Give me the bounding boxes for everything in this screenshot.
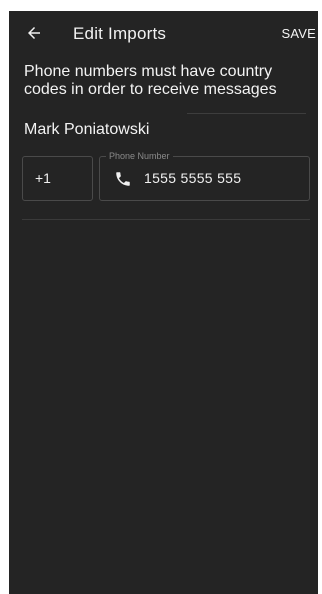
arrow-left-icon [28,27,40,39]
phone-number-label: Phone Number [106,150,173,162]
country-code-field[interactable]: +1 [22,156,93,201]
phone-icon [116,172,130,186]
country-code-value: +1 [35,170,51,186]
top-app-bar: Edit Imports SAVE [9,11,318,55]
section-divider [22,219,310,220]
contact-card-top-border [187,113,306,114]
back-button[interactable] [21,20,47,46]
country-code-notice: Phone numbers must have country codes in… [24,63,277,98]
save-button[interactable]: SAVE [281,26,316,41]
contact-name: Mark Poniatowski [24,121,150,138]
edit-imports-screen: Edit Imports SAVE Phone numbers must hav… [9,11,318,594]
page-title: Edit Imports [73,24,167,43]
phone-number-field[interactable]: Phone Number 1555 5555 555 [99,150,310,201]
phone-number-value: 1555 5555 555 [144,170,242,186]
